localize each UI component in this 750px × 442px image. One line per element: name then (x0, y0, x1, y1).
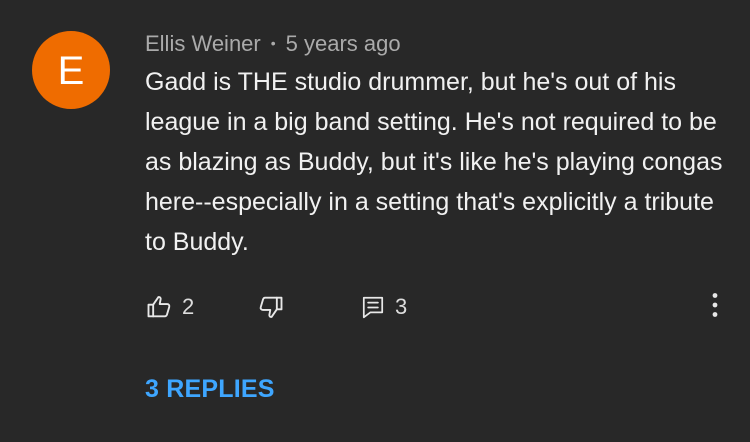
like-button[interactable]: 2 (145, 290, 194, 324)
avatar[interactable]: E (32, 31, 110, 109)
comment-icon (360, 294, 386, 320)
timestamp[interactable]: 5 years ago (286, 31, 401, 57)
avatar-letter: E (57, 48, 85, 93)
comment-card: E Ellis Weiner • 5 years ago Gadd is THE… (0, 0, 750, 442)
comment-actions: 2 3 (145, 290, 730, 324)
like-count: 2 (182, 294, 195, 319)
more-vertical-icon (712, 292, 718, 323)
thumbs-up-icon (145, 293, 173, 321)
thumbs-down-icon (257, 293, 285, 321)
reply-count: 3 (395, 294, 408, 319)
meta-separator: • (270, 35, 276, 51)
author-name[interactable]: Ellis Weiner (145, 31, 261, 57)
dislike-button[interactable] (257, 290, 285, 324)
more-options-button[interactable] (700, 290, 730, 324)
comment-text: Gadd is THE studio drummer, but he's out… (145, 68, 723, 256)
comment-meta: Ellis Weiner • 5 years ago (145, 30, 401, 58)
view-replies-link[interactable]: 3 REPLIES (145, 375, 275, 404)
reply-button[interactable]: 3 (360, 290, 407, 324)
